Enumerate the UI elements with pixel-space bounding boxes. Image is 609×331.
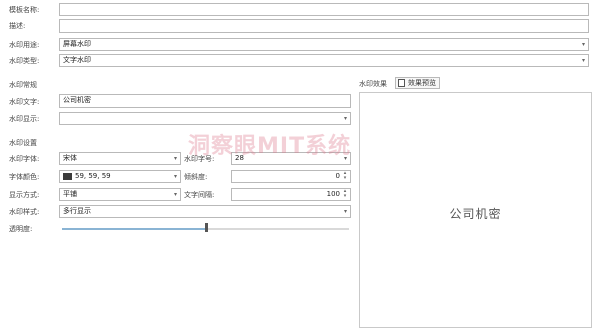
watermark-text-input[interactable]: 公司机密	[59, 94, 351, 108]
preview-button[interactable]: 效果预览	[395, 77, 440, 89]
chevron-down-icon: ▾	[581, 41, 585, 48]
display-label: 水印显示:	[9, 115, 40, 123]
display-select[interactable]: ▾	[59, 112, 351, 125]
spinner-arrows-icon[interactable]: ▴ ▾	[342, 171, 348, 182]
tilt-label: 倾斜度:	[184, 173, 208, 181]
description-label: 描述:	[9, 22, 26, 30]
template-name-input[interactable]	[59, 3, 589, 16]
description-input[interactable]	[59, 19, 589, 33]
preview-panel: 公司机密	[359, 92, 592, 328]
color-swatch	[63, 173, 72, 180]
preview-label: 水印效果	[359, 80, 387, 88]
spinner-arrows-icon[interactable]: ▴ ▾	[342, 189, 348, 200]
chevron-down-icon: ▾	[343, 115, 347, 122]
chevron-down-icon: ▾	[343, 208, 347, 215]
display-mode-label: 显示方式:	[9, 191, 40, 199]
usage-label: 水印用途:	[9, 41, 40, 49]
chevron-down-icon: ▾	[581, 57, 585, 64]
preview-watermark-text: 公司机密	[449, 207, 502, 221]
font-label: 水印字体:	[9, 155, 40, 163]
tilt-stepper[interactable]: 0 ▴ ▾	[231, 170, 351, 183]
template-name-label: 模板名称:	[9, 6, 40, 14]
style-select[interactable]: 多行显示 ▾	[59, 205, 351, 218]
chevron-down-icon: ▾	[173, 173, 177, 180]
opacity-slider-fill	[62, 228, 206, 230]
spacing-stepper[interactable]: 100 ▴ ▾	[231, 188, 351, 201]
color-label: 字体颜色:	[9, 173, 40, 181]
opacity-slider-thumb[interactable]	[205, 223, 208, 232]
font-select[interactable]: 宋体 ▾	[59, 152, 181, 165]
type-select[interactable]: 文字水印 ▾	[59, 54, 589, 67]
display-mode-select[interactable]: 平铺 ▾	[59, 188, 181, 201]
type-label: 水印类型:	[9, 57, 40, 65]
usage-select[interactable]: 屏幕水印 ▾	[59, 38, 589, 51]
chevron-down-icon: ▾	[173, 155, 177, 162]
chevron-down-icon: ▾	[173, 191, 177, 198]
spacing-label: 文字间隔:	[184, 191, 215, 199]
color-picker[interactable]: 59, 59, 59 ▾	[59, 170, 181, 183]
style-label: 水印样式:	[9, 208, 40, 216]
overlay-watermark: 洞察眼MIT系统	[188, 134, 352, 159]
preview-document-icon	[398, 79, 405, 87]
watermark-text-label: 水印文字:	[9, 98, 40, 106]
opacity-label: 透明度:	[9, 225, 33, 233]
content-section-title: 水印常规	[9, 81, 37, 89]
settings-section-title: 水印设置	[9, 139, 37, 147]
